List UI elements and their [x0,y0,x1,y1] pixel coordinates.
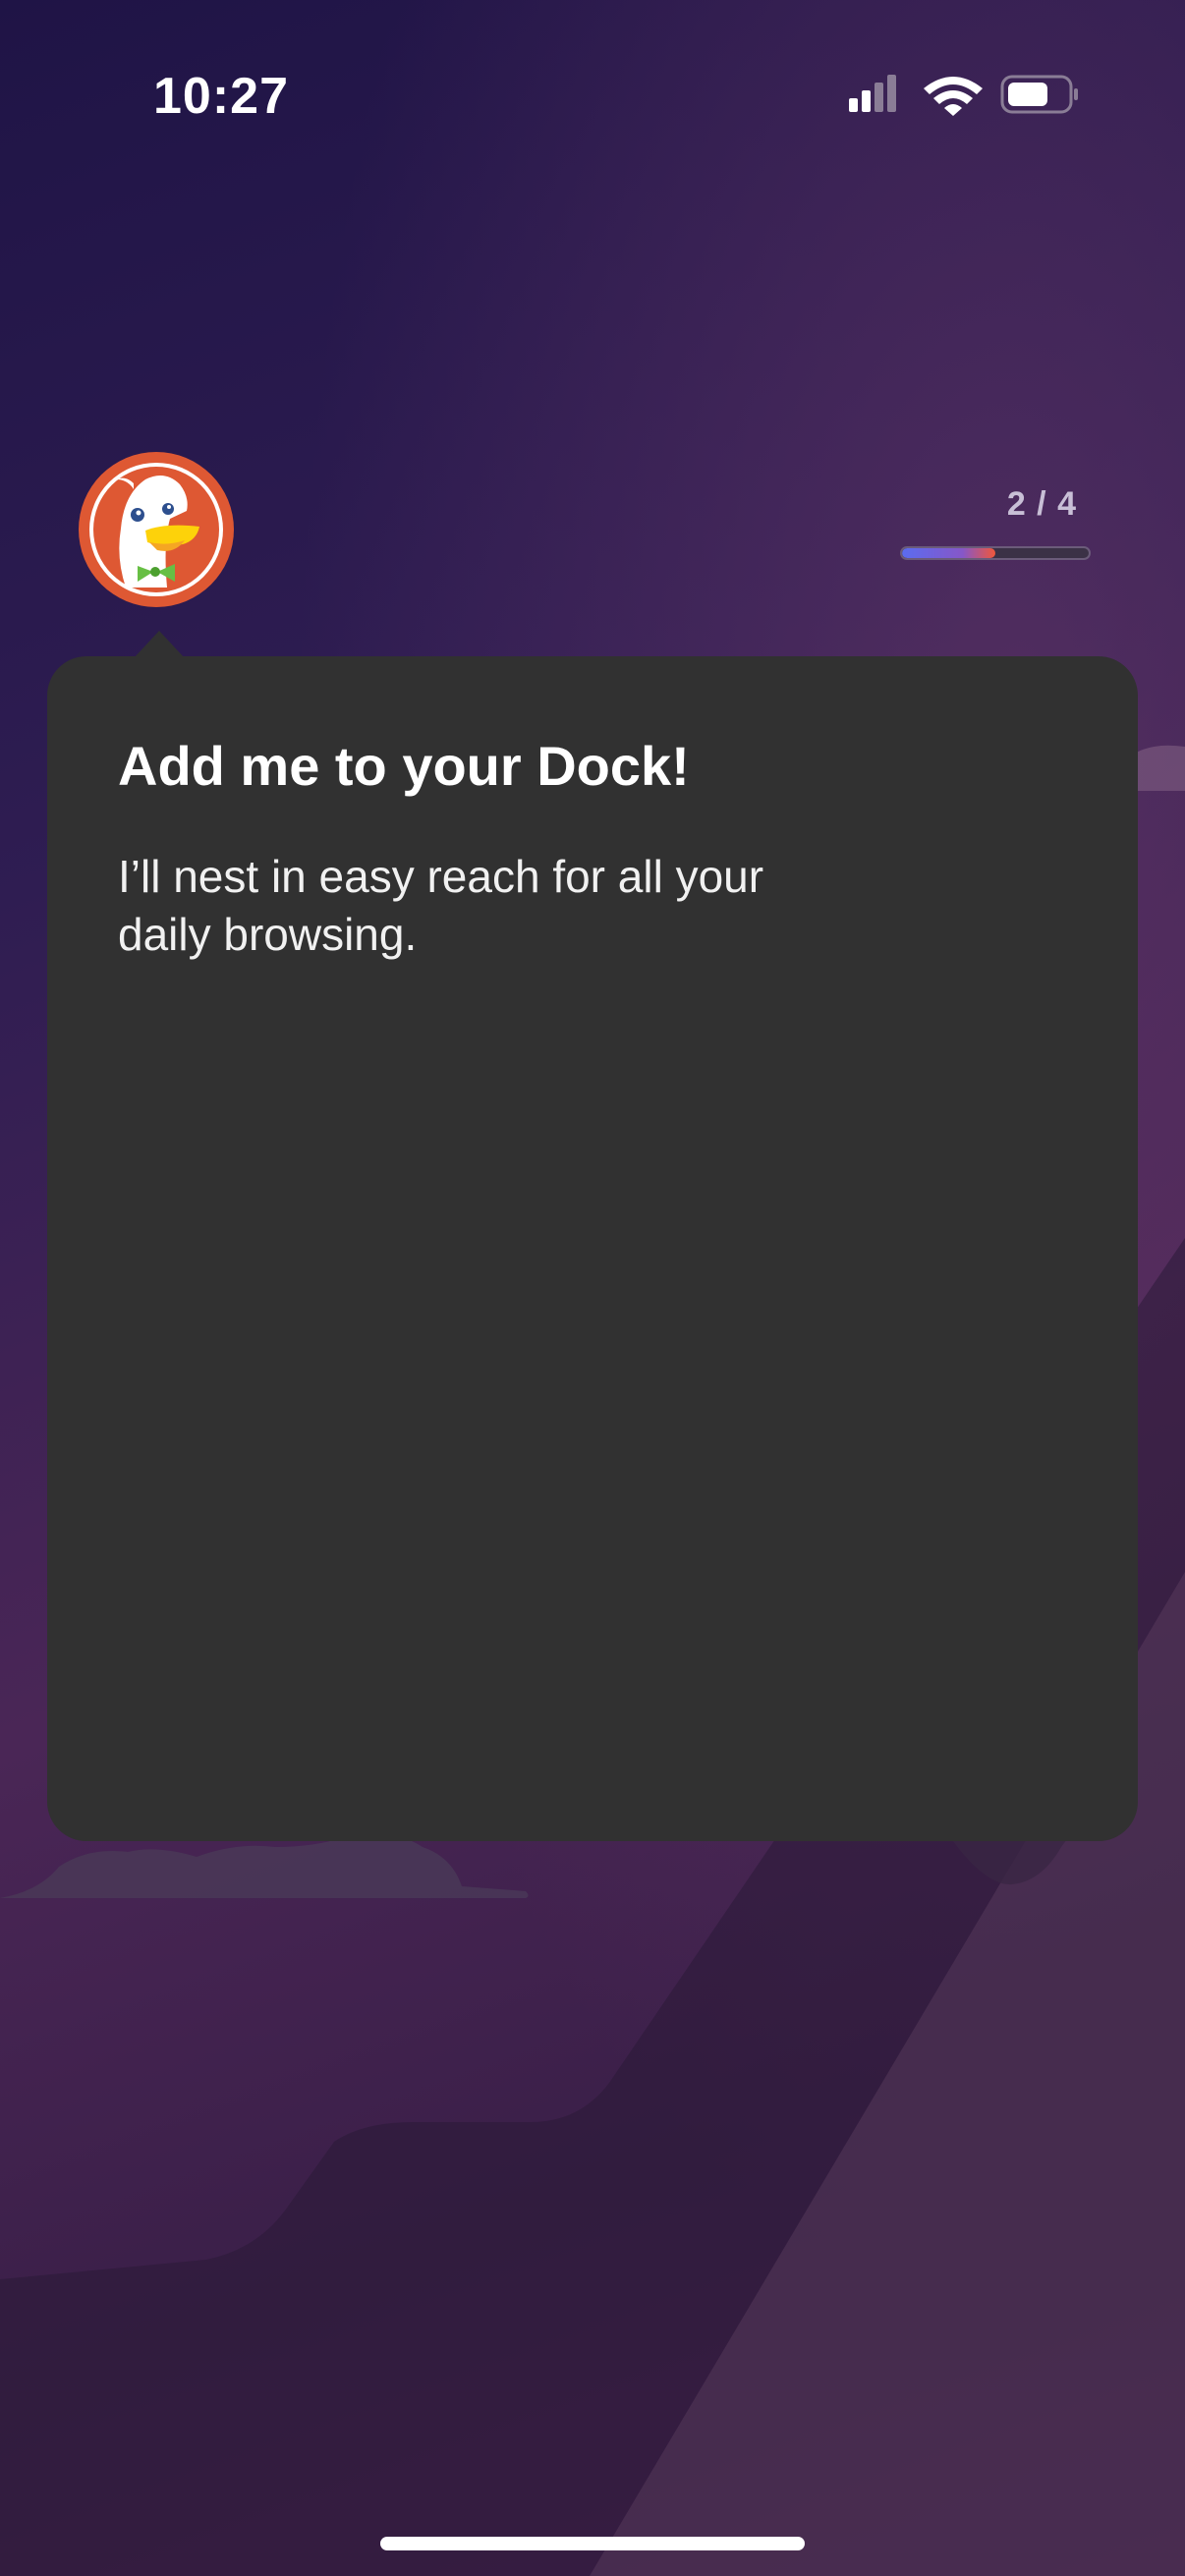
dialog-pointer [134,631,185,658]
cellular-signal-icon [849,75,896,112]
wifi-icon [924,77,983,116]
home-indicator[interactable] [380,2537,805,2550]
dialog-title: Add me to your Dock! [118,735,690,797]
onboarding-progress-fill [902,548,995,558]
status-bar: 10:27 [0,0,1185,196]
dialog-body: I’ll nest in easy reach for all your dai… [118,851,764,960]
battery-icon [1000,75,1078,114]
status-icons [845,71,1081,122]
onboarding-dialog: Add me to your Dock! I’ll nest in easy r… [47,656,1138,1841]
status-time: 10:27 [153,68,289,125]
onboarding-progress-bar [900,546,1091,560]
onboarding-progress-label: 2 / 4 [1006,485,1077,523]
duckduckgo-logo-icon [77,450,236,609]
